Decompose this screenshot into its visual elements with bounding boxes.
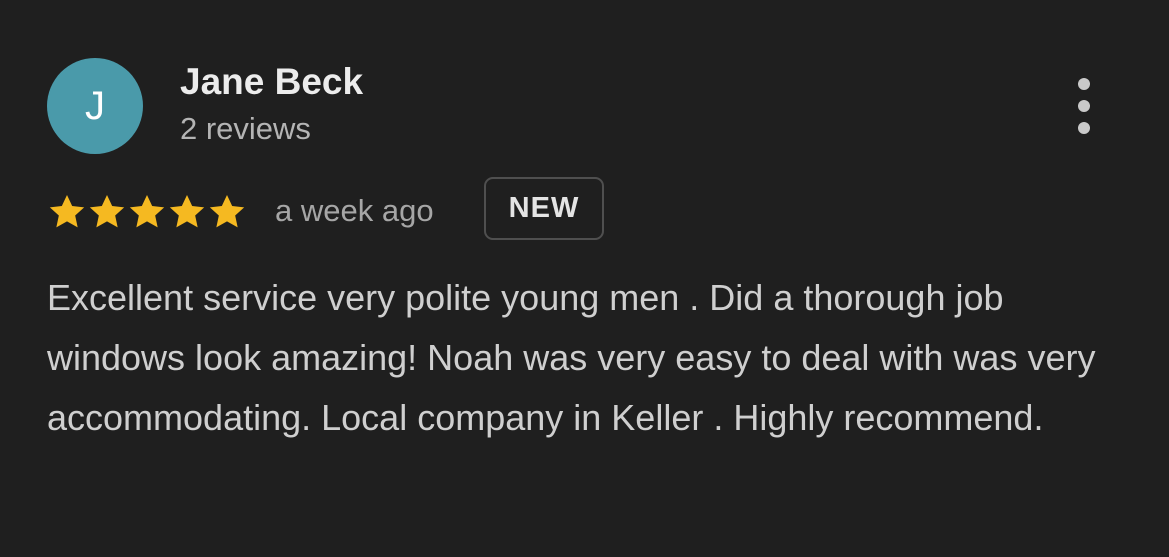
more-options-icon[interactable] xyxy=(1064,78,1104,134)
menu-dot xyxy=(1078,78,1090,90)
star-icon xyxy=(167,192,207,232)
review-text: Excellent service very polite young men … xyxy=(47,277,1096,438)
reviewer-review-count[interactable]: 2 reviews xyxy=(180,110,311,148)
reviewer-name[interactable]: Jane Beck xyxy=(180,60,363,104)
new-badge: NEW xyxy=(484,177,604,240)
avatar-initial: J xyxy=(85,84,105,128)
star-icon xyxy=(207,192,247,232)
star-icon xyxy=(87,192,127,232)
menu-dot xyxy=(1078,122,1090,134)
star-icon xyxy=(127,192,167,232)
menu-dot xyxy=(1078,100,1090,112)
star-rating xyxy=(47,190,247,234)
avatar[interactable]: J xyxy=(47,58,143,154)
review-time: a week ago xyxy=(275,193,434,228)
star-icon xyxy=(47,192,87,232)
